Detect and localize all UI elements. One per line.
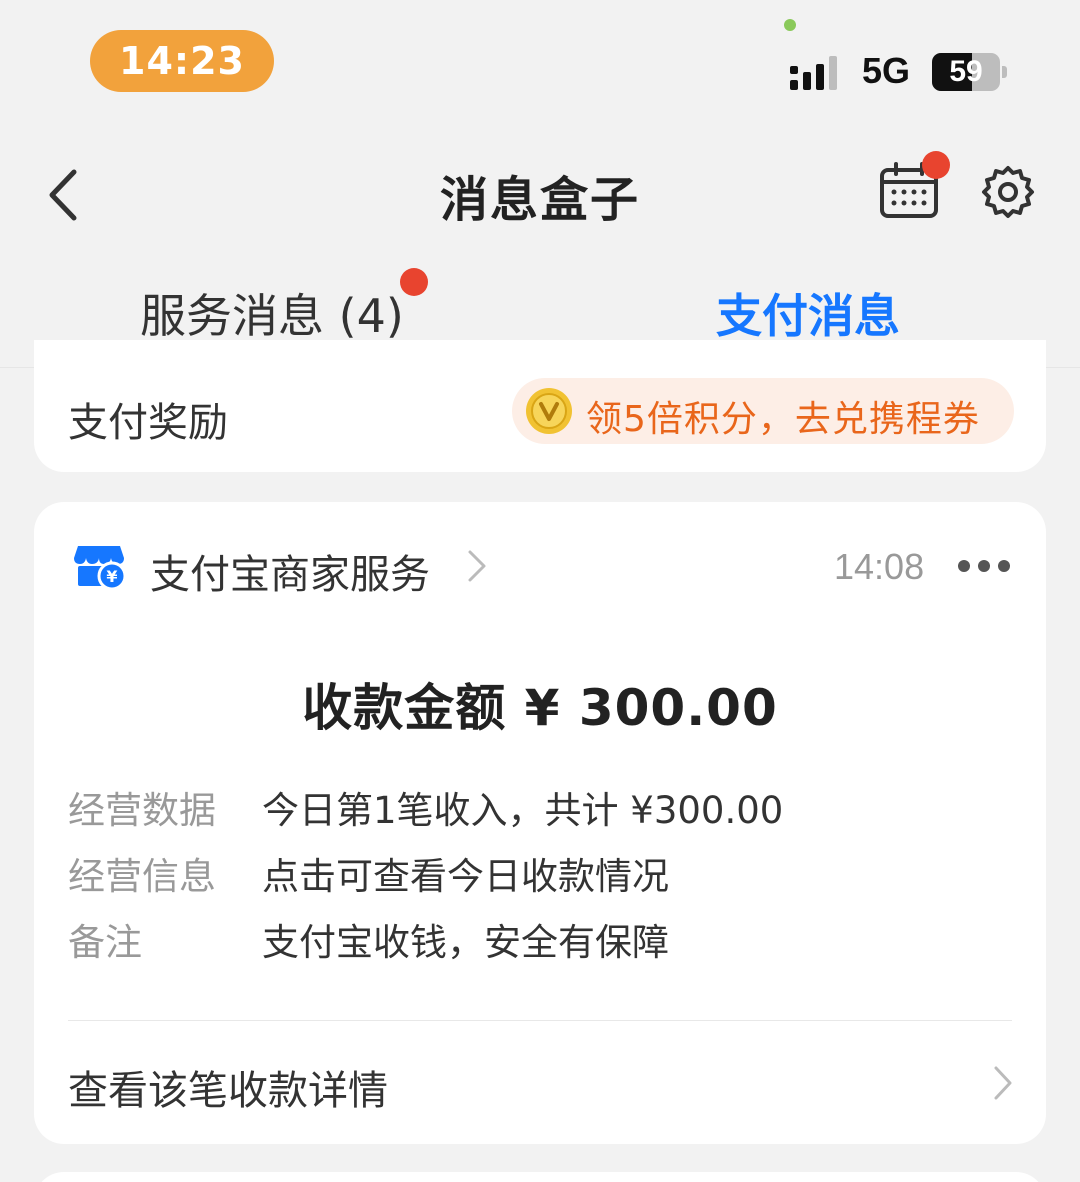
tab-payment-messages[interactable]: 支付消息 <box>716 280 900 346</box>
info-row-key: 备注 <box>68 921 142 964</box>
reward-label: 支付奖励 <box>68 400 228 446</box>
svg-text:¥: ¥ <box>106 567 117 586</box>
battery-level: 59 <box>949 55 983 88</box>
card-divider <box>68 1020 1012 1021</box>
next-message-card[interactable] <box>34 1172 1046 1182</box>
view-payment-detail-link[interactable]: 查看该笔收款详情 <box>68 1058 388 1116</box>
info-row-value: 点击可查看今日收款情况 <box>262 855 669 898</box>
status-time[interactable]: 14:23 <box>90 30 274 92</box>
gear-icon[interactable] <box>980 164 1036 220</box>
calendar-badge-dot <box>922 151 950 179</box>
status-bar: 14:23 5G 59 <box>0 0 1080 120</box>
coin-icon <box>526 388 572 434</box>
message-box-screen: 14:23 5G 59 消息盒子 服务消息 (4) 支付消息 支付奖励 领5倍积… <box>0 0 1080 1182</box>
network-type: 5G <box>862 50 911 91</box>
info-row-key: 经营数据 <box>68 789 216 832</box>
message-time: 14:08 <box>834 546 925 587</box>
signal-strength-icon <box>790 56 837 90</box>
tab-service-messages[interactable]: 服务消息 (4) <box>140 280 404 346</box>
more-options-icon[interactable] <box>956 556 1012 576</box>
info-row-value: 支付宝收钱，安全有保障 <box>262 921 669 964</box>
reward-promo-text: 领5倍积分，去兑携程券 <box>586 399 980 440</box>
navigation-bar: 消息盒子 <box>0 140 1080 250</box>
battery-icon: 59 <box>932 53 1000 91</box>
reward-promo-button[interactable]: 领5倍积分，去兑携程券 <box>512 378 1014 444</box>
sender-name[interactable]: 支付宝商家服务 <box>150 542 430 600</box>
received-amount: 收款金额 ¥ 300.00 <box>302 679 778 737</box>
battery-cap <box>1002 66 1007 78</box>
info-row-key: 经营信息 <box>68 855 216 898</box>
payment-message-card[interactable]: ¥ 支付宝商家服务 14:08 收款金额 ¥ 300.00 经营数据 今日第1笔… <box>34 502 1046 1144</box>
info-row-value: 今日第1笔收入，共计 ¥300.00 <box>262 789 784 832</box>
payment-reward-card: 支付奖励 领5倍积分，去兑携程券 <box>34 340 1046 472</box>
privacy-indicator-dot <box>784 19 796 31</box>
merchant-shop-icon: ¥ <box>74 546 126 590</box>
chevron-right-icon[interactable] <box>464 546 488 586</box>
tab-badge-dot <box>400 268 428 296</box>
chevron-right-icon[interactable] <box>990 1062 1014 1104</box>
